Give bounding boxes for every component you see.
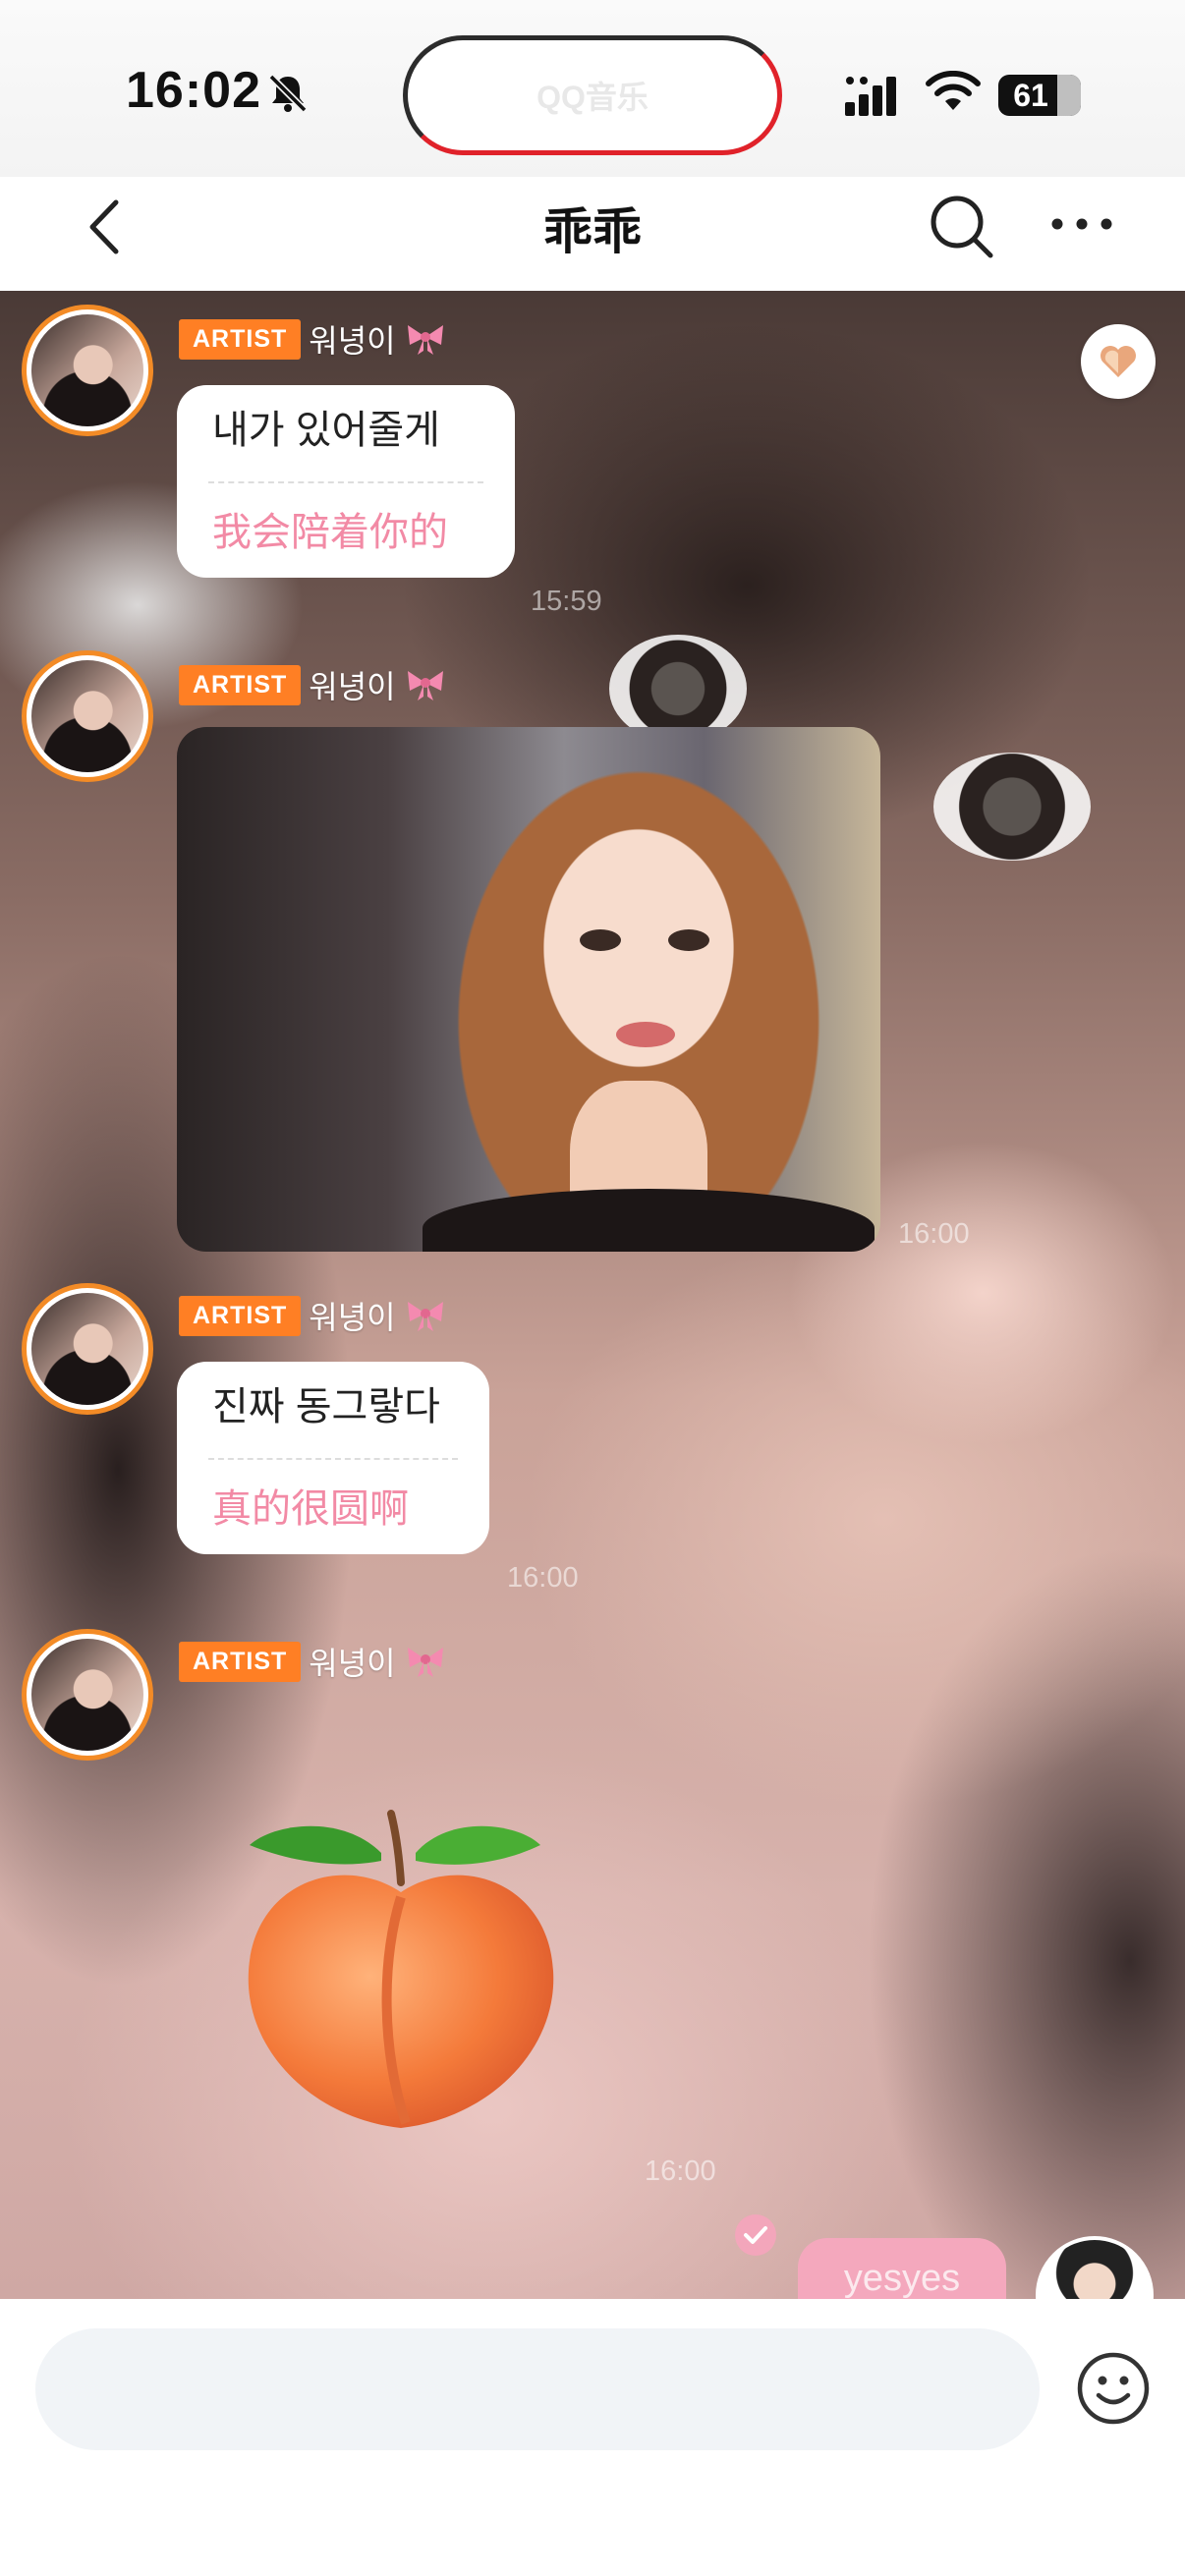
message-translation: 真的很圆啊 <box>212 1487 409 1531</box>
my-message-bubble[interactable]: yesyes <box>798 2238 1006 2299</box>
pink-bow-icon <box>407 671 443 700</box>
artist-avatar[interactable] <box>22 1283 153 1415</box>
peach-emoji-icon[interactable] <box>234 1784 568 2138</box>
message-translation: 我会陪着你的 <box>212 511 448 554</box>
translation-divider <box>208 1458 458 1460</box>
heart-reaction-button[interactable] <box>1081 324 1156 399</box>
pink-bow-icon <box>407 325 443 355</box>
photo-detail <box>423 1189 875 1252</box>
artist-avatar[interactable] <box>22 305 153 436</box>
emoji-icon[interactable] <box>1075 2350 1152 2427</box>
read-check-icon <box>735 2214 776 2256</box>
artist-badge: ARTIST <box>179 1295 302 1336</box>
message-text: 내가 있어줄게 <box>212 409 440 452</box>
translation-divider <box>208 481 483 483</box>
bell-slash-icon <box>268 74 308 113</box>
chat-area[interactable]: ARTIST 워녕이 내가 있어줄게 我会陪着你的 15:59 ARTIST 워… <box>0 291 1185 2299</box>
photo-detail <box>580 929 621 951</box>
message-input[interactable] <box>35 2328 1040 2450</box>
artist-avatar[interactable] <box>22 1629 153 1761</box>
message-time: 15:59 <box>531 586 602 617</box>
page-title: 乖乖 <box>543 204 642 259</box>
message-text: 진짜 동그랗다 <box>212 1385 440 1428</box>
sender-name: 워녕이 <box>309 1300 396 1335</box>
artist-badge: ARTIST <box>179 1641 302 1682</box>
pink-bow-icon <box>407 1648 443 1677</box>
sender-line: ARTIST 워녕이 <box>179 316 447 362</box>
dynamic-island[interactable]: QQ音乐 <box>403 35 782 155</box>
sender-name: 워녕이 <box>309 1646 396 1681</box>
photo-detail <box>668 929 709 951</box>
photo-message[interactable] <box>177 727 880 1252</box>
sender-line: ARTIST 워녕이 <box>179 662 447 707</box>
input-bar <box>0 2299 1185 2576</box>
signal-icon <box>845 77 896 116</box>
message-time: 16:00 <box>898 1218 970 1250</box>
message-time: 16:00 <box>645 2156 716 2187</box>
artist-badge: ARTIST <box>179 664 302 705</box>
pink-bow-icon <box>407 1302 443 1331</box>
sender-line: ARTIST 워녕이 <box>179 1639 447 1684</box>
more-dots-icon[interactable] <box>1047 204 1116 244</box>
my-avatar[interactable] <box>1036 2236 1154 2299</box>
status-time: 16:02 <box>126 62 261 119</box>
sender-line: ARTIST 워녕이 <box>179 1293 447 1338</box>
message-time: 16:00 <box>507 1562 579 1594</box>
sender-name: 워녕이 <box>309 669 396 704</box>
message-bubble[interactable]: 진짜 동그랗다 真的很圆啊 <box>177 1362 489 1554</box>
battery-icon: 61 <box>998 75 1081 116</box>
message-bubble[interactable]: 내가 있어줄게 我会陪着你的 <box>177 385 515 578</box>
battery-level: 61 <box>1013 77 1048 113</box>
back-chevron-icon[interactable] <box>79 193 138 261</box>
island-label: QQ音乐 <box>536 80 649 115</box>
sender-name: 워녕이 <box>309 323 396 359</box>
heart-icon <box>1100 346 1136 377</box>
artist-badge: ARTIST <box>179 318 302 360</box>
search-icon[interactable] <box>928 193 996 261</box>
wallpaper-eye <box>933 753 1091 861</box>
wifi-icon <box>926 71 981 110</box>
artist-avatar[interactable] <box>22 650 153 782</box>
photo-detail <box>616 1022 675 1047</box>
status-bar: 16:02 QQ音乐 61 <box>0 0 1185 177</box>
